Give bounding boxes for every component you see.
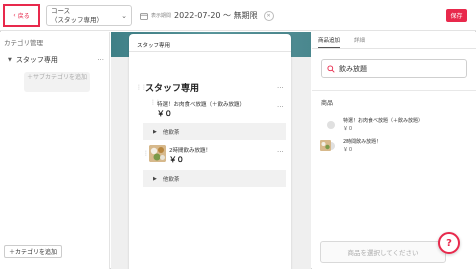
clear-period-button[interactable]: ✕ [263,10,274,21]
products-label: 商品 [321,100,334,107]
top-bar: ‹ 戻る コース （スタッフ専用） ⌄ 表示期間 2022-07-20 〜 無期… [0,0,476,31]
panel-tabs: 商品追加 詳細 [318,36,365,48]
product-price: ￥０ [343,126,354,132]
product-row[interactable]: 特選！お肉食べ放題（＋飲み放題） ￥０ [321,115,469,137]
search-icon [327,64,335,73]
more-icon[interactable]: ··· [277,84,284,92]
tab-add-product[interactable]: 商品追加 [318,36,341,48]
add-subcategory-button[interactable]: ＋サブカテゴリを追加 [24,72,90,92]
save-button[interactable]: 保存 [446,9,467,22]
tab-divider [312,48,476,49]
tab-detail[interactable]: 詳細 [354,36,365,48]
option-group[interactable]: ▶ 他飲茶 [143,170,286,187]
caret-right-icon: ▶ [153,128,157,135]
food-image-icon [149,145,166,162]
preview-item-price: ￥０ [157,109,172,118]
chevron-left-icon: ‹ [13,12,16,19]
period-value: 2022-07-20 〜 無期限 [174,11,258,20]
more-icon[interactable]: ··· [97,56,104,64]
product-price: ￥０ [343,147,354,153]
course-select[interactable]: コース （スタッフ専用） ⌄ [46,5,132,26]
preview-category-title: スタッフ専用 [145,84,200,94]
product-name: 特選！お肉食べ放題（＋飲み放題） [343,118,424,124]
select-product-button[interactable]: 商品を選択してください [320,241,446,263]
product-thumbnail [320,140,331,151]
preview-tab-divider [129,51,291,52]
option-label: 他飲茶 [162,176,180,183]
more-icon[interactable]: ··· [277,148,284,156]
section-divider [312,90,476,91]
course-line1: コース [51,7,71,15]
course-line2: （スタッフ専用） [51,15,103,24]
more-icon[interactable]: ··· [277,103,284,111]
product-row[interactable]: 2時間飲み放題！ ￥０ [320,136,469,158]
caret-down-icon: ▼ [8,57,12,63]
category-sidebar: カテゴリ管理 ▼ スタッフ専用 ··· ＋サブカテゴリを追加 ＋カテゴリを追加 [0,32,110,269]
display-period: 表示期間 2022-07-20 〜 無期限 ✕ [140,10,274,21]
menu-preview: スタッフ専用 ⋮⋮ スタッフ専用 ··· ⋮⋮ 特選！お肉食べ放題（＋飲み放題）… [129,34,291,269]
preview-area: スタッフ専用 ⋮⋮ スタッフ専用 ··· ⋮⋮ 特選！お肉食べ放題（＋飲み放題）… [111,32,311,269]
product-name: 2時間飲み放題！ [343,139,382,145]
chevron-down-icon: ⌄ [121,12,127,20]
product-radio[interactable] [327,121,335,129]
sidebar-item-staff[interactable]: ▼ スタッフ専用 ··· [8,55,104,65]
sidebar-title: カテゴリ管理 [4,39,43,47]
calendar-icon [140,12,148,20]
option-label: 他飲茶 [162,129,180,136]
option-group[interactable]: ▶ 他飲茶 [143,123,286,140]
caret-right-icon: ▶ [153,175,157,182]
help-icon[interactable]: ? [438,232,460,254]
search-value: 飲み放題 [339,64,367,73]
back-label: 戻る [17,13,30,20]
product-search-input[interactable]: 飲み放題 [321,59,467,78]
preview-item-price: ￥０ [169,155,184,164]
back-button[interactable]: ‹ 戻る [3,4,40,27]
preview-item-name: 特選！お肉食べ放題（＋飲み放題） [157,102,246,108]
period-label: 表示期間 [151,13,172,19]
item-thumbnail [149,145,166,162]
preview-item-name: 2時間飲み放題！ [169,148,211,154]
add-category-button[interactable]: ＋カテゴリを追加 [4,245,63,258]
sidebar-item-label: スタッフ専用 [15,56,58,64]
